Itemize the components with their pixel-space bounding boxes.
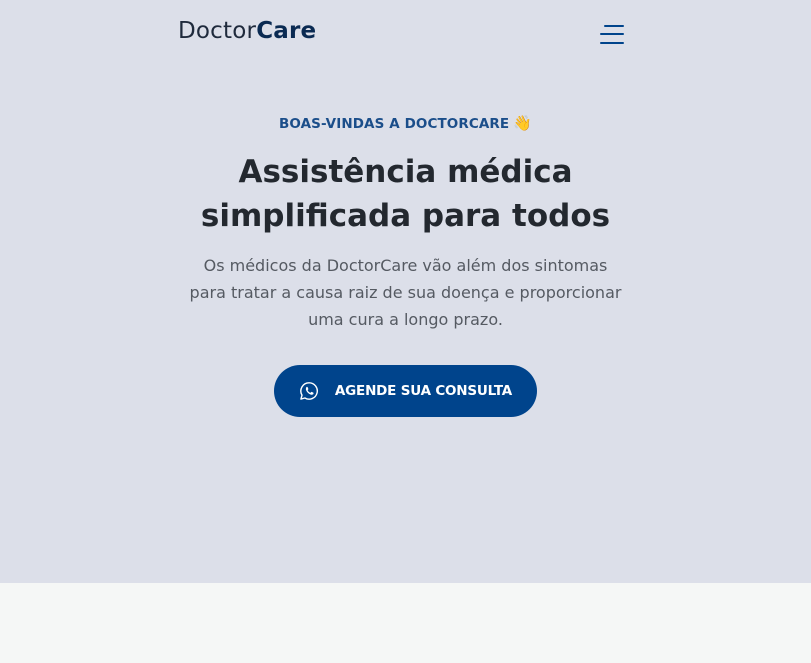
menu-line bbox=[600, 33, 624, 35]
description-line-2: para tratar a causa raiz de sua doença e… bbox=[189, 283, 622, 302]
title-line-2: simplificada para todos bbox=[200, 198, 611, 234]
hero-description: Os médicos da DoctorCare vão além dos si… bbox=[0, 252, 811, 333]
logo-text-doctor: Doctor bbox=[178, 18, 257, 44]
title-line-1: Assistência médica bbox=[238, 154, 573, 190]
description-line-3: uma cura a longo prazo. bbox=[308, 310, 503, 329]
description-line-1: Os médicos da DoctorCare vão além dos si… bbox=[203, 256, 608, 275]
welcome-eyebrow: BOAS-VINDAS A DOCTORCARE 👋 bbox=[0, 114, 811, 132]
menu-line bbox=[604, 25, 624, 27]
hamburger-menu-icon[interactable] bbox=[598, 24, 624, 46]
next-section bbox=[0, 583, 811, 663]
schedule-appointment-label: AGENDE SUA CONSULTA bbox=[334, 383, 513, 399]
menu-line bbox=[600, 42, 624, 44]
waving-hand-icon: 👋 bbox=[513, 114, 532, 132]
logo-text-care: Care bbox=[256, 18, 317, 44]
logo[interactable]: DoctorCare bbox=[178, 18, 316, 44]
whatsapp-icon bbox=[300, 382, 318, 400]
page-title: Assistência médica simplificada para tod… bbox=[0, 150, 811, 238]
welcome-text: BOAS-VINDAS A DOCTORCARE bbox=[278, 116, 510, 132]
hero-section: DoctorCare BOAS-VINDAS A DOCTORCARE 👋 Ass… bbox=[0, 0, 811, 583]
schedule-appointment-button[interactable]: AGENDE SUA CONSULTA bbox=[274, 365, 537, 417]
